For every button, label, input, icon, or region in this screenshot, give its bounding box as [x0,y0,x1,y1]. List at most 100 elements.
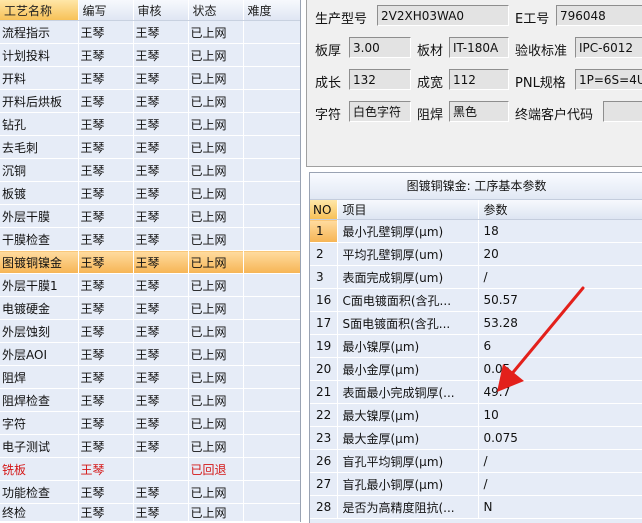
param-value-cell: 50.57 [478,288,642,312]
param-row[interactable]: 21 表面最小完成铜厚(... 49.7 [310,380,642,404]
status-cell: 已上网 [188,411,244,435]
column-header-reviewer[interactable]: 审核 [133,0,189,21]
process-row[interactable]: 电子测试 王琴 王琴 已上网 [0,434,300,458]
process-table: 工艺名称 编写 审核 状态 难度 流程指示 王琴 王琴 已上网 计划投料 王琴 王琴 已上网开… [0,0,300,522]
params-title: 图镀铜镍金: 工序基本参数 [310,173,642,200]
param-row[interactable]: 28 是否为高精度阻抗(... N [310,495,642,519]
param-row[interactable]: 1 最小孔壁铜厚(μm) 18 [310,219,642,243]
status-cell: 已上网 [188,388,244,412]
param-value-cell: 18 [478,219,642,243]
reviewer-cell: 王琴 [133,250,189,274]
process-row[interactable]: 开料 王琴 王琴 已上网 [0,66,300,90]
process-row[interactable]: 阻焊检查 王琴 王琴 已上网 [0,388,300,412]
process-row[interactable]: 流程指示 王琴 王琴 已上网 [0,20,300,44]
difficulty-cell [243,434,300,458]
param-no-cell: 21 [310,380,338,404]
status-cell: 已上网 [188,204,244,228]
process-row[interactable]: 开料后烘板 王琴 王琴 已上网 [0,89,300,113]
process-row[interactable]: 钻孔 王琴 王琴 已上网 [0,112,300,136]
standard-field[interactable]: IPC-6012 [575,37,642,58]
param-item-cell: 最大金厚(μm) [337,426,479,450]
process-row[interactable]: 干膜检查 王琴 王琴 已上网 [0,227,300,251]
process-name-cell: 外层干膜 [0,204,79,228]
process-row[interactable]: 外层蚀刻 王琴 王琴 已上网 [0,319,300,343]
process-row[interactable]: 功能检查 王琴 王琴 已上网 [0,480,300,504]
status-cell: 已上网 [188,112,244,136]
mask-field[interactable]: 黑色 [449,101,509,122]
difficulty-cell [243,43,300,67]
param-item-cell: 是否为高精度阻抗(... [337,495,479,519]
param-no-cell: 28 [310,495,338,519]
model-field[interactable]: 2V2XH03WA0 [377,5,509,26]
param-row[interactable]: 3 表面完成铜厚(um) / [310,265,642,289]
param-value-cell: 53.28 [478,311,642,335]
difficulty-cell [243,342,300,366]
status-cell: 已上网 [188,342,244,366]
char-field[interactable]: 白色字符 [349,101,411,122]
process-row[interactable]: 字符 王琴 王琴 已上网 [0,411,300,435]
param-row[interactable]: 27 盲孔最小铜厚(μm) / [310,472,642,496]
param-row[interactable]: 23 最大金厚(μm) 0.075 [310,426,642,450]
reviewer-cell: 王琴 [133,89,189,113]
param-no-cell: 20 [310,357,338,381]
param-value-cell: 0.075 [478,426,642,450]
column-header-no[interactable]: NO [310,200,338,220]
process-row[interactable]: 外层AOI 王琴 王琴 已上网 [0,342,300,366]
param-row[interactable]: 22 最大镍厚(μm) 10 [310,403,642,427]
column-header-writer[interactable]: 编写 [78,0,134,21]
process-row[interactable]: 电镀硬金 王琴 王琴 已上网 [0,296,300,320]
process-name-cell: 终检 [0,503,79,522]
process-row[interactable]: 铣板 王琴 已回退 [0,457,300,481]
difficulty-cell [243,158,300,182]
column-header-difficulty[interactable]: 难度 [243,0,300,21]
reviewer-cell: 王琴 [133,43,189,67]
process-row[interactable]: 图镀铜镍金 王琴 王琴 已上网 [0,250,300,274]
customer-field[interactable] [603,101,642,122]
pnl-field[interactable]: 1P=6S=4U [575,69,642,90]
writer-cell: 王琴 [78,227,134,251]
param-row[interactable]: 20 最小金厚(μm) 0.05 [310,357,642,381]
process-row[interactable]: 阻焊 王琴 王琴 已上网 [0,365,300,389]
status-cell: 已上网 [188,319,244,343]
process-row[interactable]: 外层干膜 王琴 王琴 已上网 [0,204,300,228]
status-cell: 已回退 [188,457,244,481]
column-header-process-name[interactable]: 工艺名称 [0,0,79,21]
writer-cell: 王琴 [78,388,134,412]
process-name-cell: 字符 [0,411,79,435]
process-row[interactable]: 去毛刺 王琴 王琴 已上网 [0,135,300,159]
param-value-cell: 20 [478,242,642,266]
status-cell: 已上网 [188,434,244,458]
writer-cell: 王琴 [78,296,134,320]
process-name-cell: 功能检查 [0,480,79,504]
param-row[interactable]: 16 C面电镀面积(含孔... 50.57 [310,288,642,312]
length-field[interactable]: 132 [349,69,411,90]
param-row[interactable]: 2 平均孔壁铜厚(um) 20 [310,242,642,266]
process-table-body: 流程指示 王琴 王琴 已上网 计划投料 王琴 王琴 已上网 开料 王琴 王琴 已上网 开料后烘板 王琴 王琴… [0,20,300,522]
writer-cell: 王琴 [78,365,134,389]
param-row[interactable]: 19 最小镍厚(μm) 6 [310,334,642,358]
width-field[interactable]: 112 [449,69,509,90]
param-no-cell: 17 [310,311,338,335]
params-panel: 图镀铜镍金: 工序基本参数 NO 项目 参数 1 最小孔壁铜厚(μm) 18 2 平均孔… [309,172,642,523]
param-value-cell: 6 [478,334,642,358]
column-header-status[interactable]: 状态 [188,0,244,21]
param-no-cell: 2 [310,242,338,266]
reviewer-cell: 王琴 [133,181,189,205]
process-row[interactable]: 板镀 王琴 王琴 已上网 [0,181,300,205]
column-header-value[interactable]: 参数 [478,200,642,220]
difficulty-cell [243,411,300,435]
process-row[interactable]: 外层干膜1 王琴 王琴 已上网 [0,273,300,297]
process-row[interactable]: 沉铜 王琴 王琴 已上网 [0,158,300,182]
material-field[interactable]: IT-180A [449,37,509,58]
thickness-field[interactable]: 3.00 [349,37,411,58]
param-no-cell: 16 [310,288,338,312]
process-row[interactable]: 终检 王琴 王琴 已上网 [0,503,300,522]
param-row[interactable]: 17 S面电镀面积(含孔... 53.28 [310,311,642,335]
process-row[interactable]: 计划投料 王琴 王琴 已上网 [0,43,300,67]
difficulty-cell [243,89,300,113]
column-header-item[interactable]: 项目 [337,200,479,220]
param-row[interactable]: 26 盲孔平均铜厚(μm) / [310,449,642,473]
param-item-cell: 最小孔壁铜厚(μm) [337,219,479,243]
eno-field[interactable]: 796048 [556,5,642,26]
writer-cell: 王琴 [78,273,134,297]
